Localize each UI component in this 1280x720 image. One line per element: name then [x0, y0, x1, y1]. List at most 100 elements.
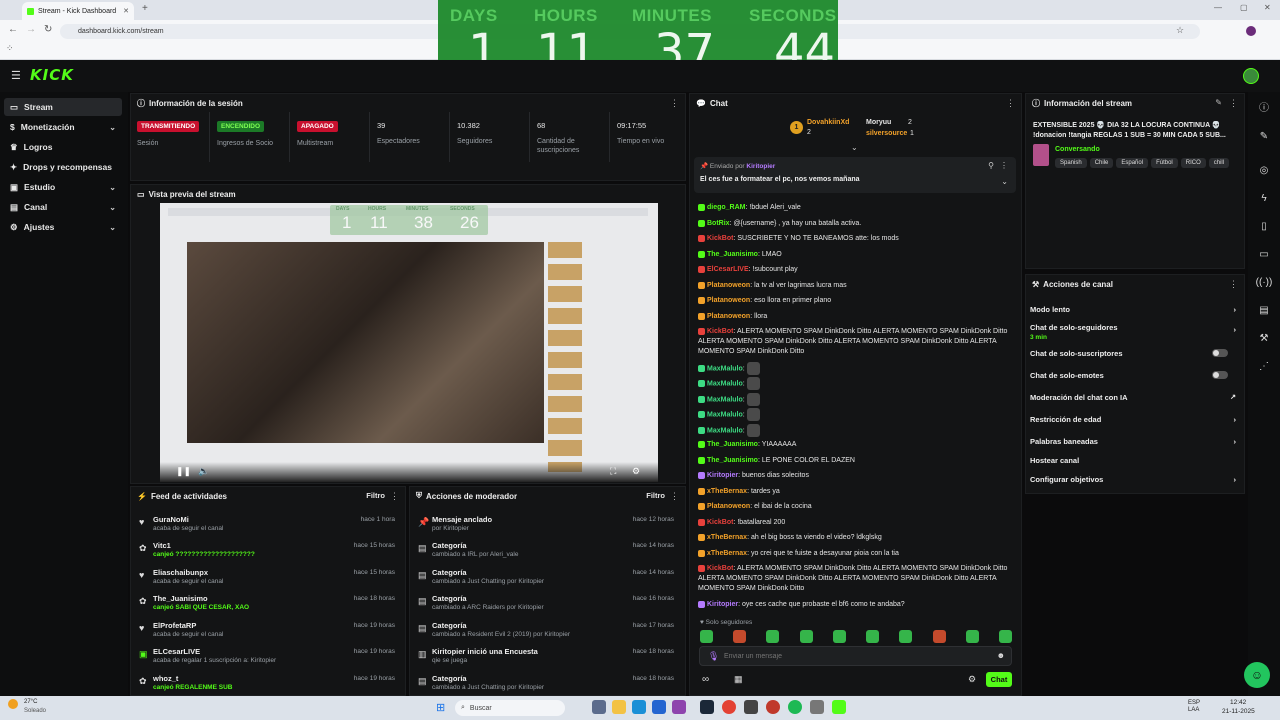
windows-start-icon[interactable]: ⊞	[436, 701, 445, 714]
action-ai-moderation[interactable]: Moderación del chat con IA ↗	[1030, 393, 1242, 402]
sidebar-item-logros[interactable]: ♛ Logros	[4, 138, 122, 156]
emote-icon[interactable]	[965, 630, 979, 643]
mod-row[interactable]: ▤ Categoría cambiado a Just Chatting por K…	[410, 566, 682, 592]
chat-input[interactable]	[724, 650, 984, 662]
send-chat-button[interactable]: Chat	[986, 672, 1012, 687]
activity-row[interactable]: ✿ Vitc1 canjeó ???????????????????? hace 15…	[131, 539, 403, 565]
chat-message[interactable]: xTheBernax: yo crei que te fuiste a desa…	[698, 549, 1016, 559]
chat-bubble-icon[interactable]: ▭	[1256, 246, 1272, 262]
action-banned-words[interactable]: Palabras baneadas ›	[1030, 437, 1242, 446]
action-followers-only[interactable]: Chat de solo-seguidores 3 min ›	[1030, 323, 1242, 341]
fullscreen-icon[interactable]: ⛶	[610, 466, 616, 477]
mod-row[interactable]: 📌 Mensaje anclado por Kiritopier hace 12 ho…	[410, 513, 682, 539]
pinned-message[interactable]: 📌 Enviado por Kiritopier El ces fue a fo…	[694, 157, 1016, 193]
activity-row[interactable]: ♥ ElProfetaRP acaba de seguir el canal hace…	[131, 619, 403, 645]
emote-icon[interactable]	[733, 630, 747, 643]
mod-row[interactable]: ▥ Kiritopier inició una Encuesta qie se ju…	[410, 645, 682, 671]
mod-filter-button[interactable]: Filtro	[646, 491, 665, 500]
kebab-menu-icon[interactable]: ⋮	[1000, 161, 1008, 170]
emote-icon[interactable]	[932, 630, 946, 643]
activity-row[interactable]: ✿ whoz_t canjeó REGALENME SUB hace 19 horas	[131, 672, 403, 695]
wrench-icon[interactable]: ⚒	[1256, 330, 1272, 346]
chat-message[interactable]: xTheBernax: tardes ya	[698, 487, 1016, 497]
lightning-icon[interactable]: ϟ	[1256, 190, 1272, 206]
file-explorer-icon[interactable]	[612, 700, 626, 714]
sidebar-item-drops[interactable]: ✦ Drops y recompensas	[4, 158, 122, 176]
emote-icon[interactable]	[799, 630, 813, 643]
sidebar-item-canal[interactable]: ▤ Canal ⌄	[4, 198, 122, 216]
emote-icon[interactable]	[899, 630, 913, 643]
chat-message[interactable]: MaxMalulo:	[698, 408, 1016, 421]
back-icon[interactable]: ←	[8, 24, 18, 35]
kebab-menu-icon[interactable]: ⋮	[390, 491, 399, 502]
chat-username[interactable]: diego_RAM	[707, 204, 746, 211]
chat-username[interactable]: Platanoweon	[707, 297, 750, 304]
collapse-icon[interactable]: ⌄	[851, 143, 858, 152]
chat-username[interactable]: BotRix	[707, 220, 730, 227]
kebab-menu-icon[interactable]: ⋮	[1006, 98, 1015, 109]
infinity-icon[interactable]: ∞	[702, 674, 709, 685]
reload-icon[interactable]: ↻	[44, 24, 52, 35]
chat-username[interactable]: Kiritopier	[707, 472, 738, 479]
chat-message[interactable]: The_Juanisimo: LE PONE COLOR EL DAZEN	[698, 456, 1016, 466]
chat-username[interactable]: KickBot	[707, 235, 733, 242]
chat-message[interactable]: The_Juanisimo: LMAO	[698, 250, 1016, 260]
edge-icon[interactable]	[632, 700, 646, 714]
steam-icon[interactable]	[700, 700, 714, 714]
kick-app-icon[interactable]	[832, 700, 846, 714]
action-subs-only[interactable]: Chat de solo-suscriptores	[1030, 349, 1242, 358]
chat-message[interactable]: MaxMalulo:	[698, 424, 1016, 437]
emote-icon[interactable]	[766, 630, 780, 643]
profile-avatar[interactable]	[1246, 26, 1256, 36]
edit-pencil-icon[interactable]: ✎	[1215, 98, 1222, 107]
spotify-icon[interactable]	[788, 700, 802, 714]
chat-username[interactable]: The_Juanisimo	[707, 441, 758, 448]
broadcast-icon[interactable]: ((·))	[1256, 274, 1273, 290]
gift-box-icon[interactable]: ▦	[734, 674, 743, 685]
action-age-restriction[interactable]: Restricción de edad ›	[1030, 415, 1242, 424]
sidebar-item-estudio[interactable]: ▣ Estudio ⌄	[4, 178, 122, 196]
top-user[interactable]: DovahkiinXd	[807, 119, 849, 126]
chat-username[interactable]: MaxMalulo	[707, 365, 743, 372]
server-icon[interactable]: ▤	[1256, 302, 1272, 318]
chat-username[interactable]: MaxMalulo	[707, 427, 743, 434]
minimize-icon[interactable]: —	[1214, 3, 1222, 12]
emote-icon[interactable]	[866, 630, 880, 643]
chat-message[interactable]: KickBot: ALERTA MOMENTO SPAM DinkDonk Di…	[698, 327, 1016, 357]
chat-username[interactable]: xTheBernax	[707, 550, 747, 557]
chat-message[interactable]: MaxMalulo:	[698, 362, 1016, 375]
activity-row[interactable]: ▣ ELCesarLIVE acaba de regalar 1 suscripci…	[131, 645, 403, 671]
chat-message[interactable]: BotRix: @{username} , ya hay una batalla…	[698, 219, 1016, 229]
chat-message[interactable]: Kiritopier: oye ces cache que probaste e…	[698, 600, 1016, 610]
chat-message[interactable]: KickBot: ALERTA MOMENTO SPAM DinkDonk Di…	[698, 564, 1016, 594]
forward-icon[interactable]: →	[26, 24, 36, 35]
chat-username[interactable]: Platanoweon	[707, 313, 750, 320]
unpin-icon[interactable]: ⚲	[988, 161, 994, 170]
app-icon[interactable]	[592, 700, 606, 714]
chat-username[interactable]: KickBot	[707, 565, 733, 572]
chat-message[interactable]: MaxMalulo:	[698, 377, 1016, 390]
action-emotes-only[interactable]: Chat de solo-emotes	[1030, 371, 1242, 380]
kebab-menu-icon[interactable]: ⋮	[670, 491, 679, 502]
share-icon[interactable]: ⋰	[1256, 358, 1272, 374]
chat-message[interactable]: Platanoweon: la tv al ver lagrimas lucra…	[698, 281, 1016, 291]
chat-settings-icon[interactable]: ⚙	[968, 674, 976, 685]
chat-message[interactable]: diego_RAM: !bduel Aleri_vale	[698, 203, 1016, 213]
close-window-icon[interactable]: ✕	[1264, 3, 1271, 12]
chat-username[interactable]: MaxMalulo	[707, 396, 743, 403]
chat-message[interactable]: Platanoweon: llora	[698, 312, 1016, 322]
top-user[interactable]: Moryuu	[866, 119, 891, 126]
chat-username[interactable]: KickBot	[707, 519, 733, 526]
chat-message[interactable]: KickBot: !batallareal 200	[698, 518, 1016, 528]
mod-row[interactable]: ▤ Categoría cambiado a IRL por Aleri_vale h…	[410, 539, 682, 565]
menu-hamburger-icon[interactable]: ☰	[11, 69, 21, 82]
sidebar-item-monetizacion[interactable]: $ Monetización ⌄	[4, 118, 122, 136]
chat-username[interactable]: ElCesarLIVE	[707, 266, 749, 273]
mod-row[interactable]: ▤ Categoría cambiado a Resident Evil 2 (20…	[410, 619, 682, 645]
chat-message[interactable]: The_Juanisimo: YIAAAAAA	[698, 440, 1016, 450]
bookmark-star-icon[interactable]: ☆	[1176, 25, 1184, 36]
language-indicator[interactable]: ESP LAA	[1188, 700, 1204, 714]
subs-only-toggle[interactable]	[1212, 349, 1228, 357]
app-icon[interactable]	[766, 700, 780, 714]
maximize-icon[interactable]: ▢	[1240, 3, 1248, 12]
